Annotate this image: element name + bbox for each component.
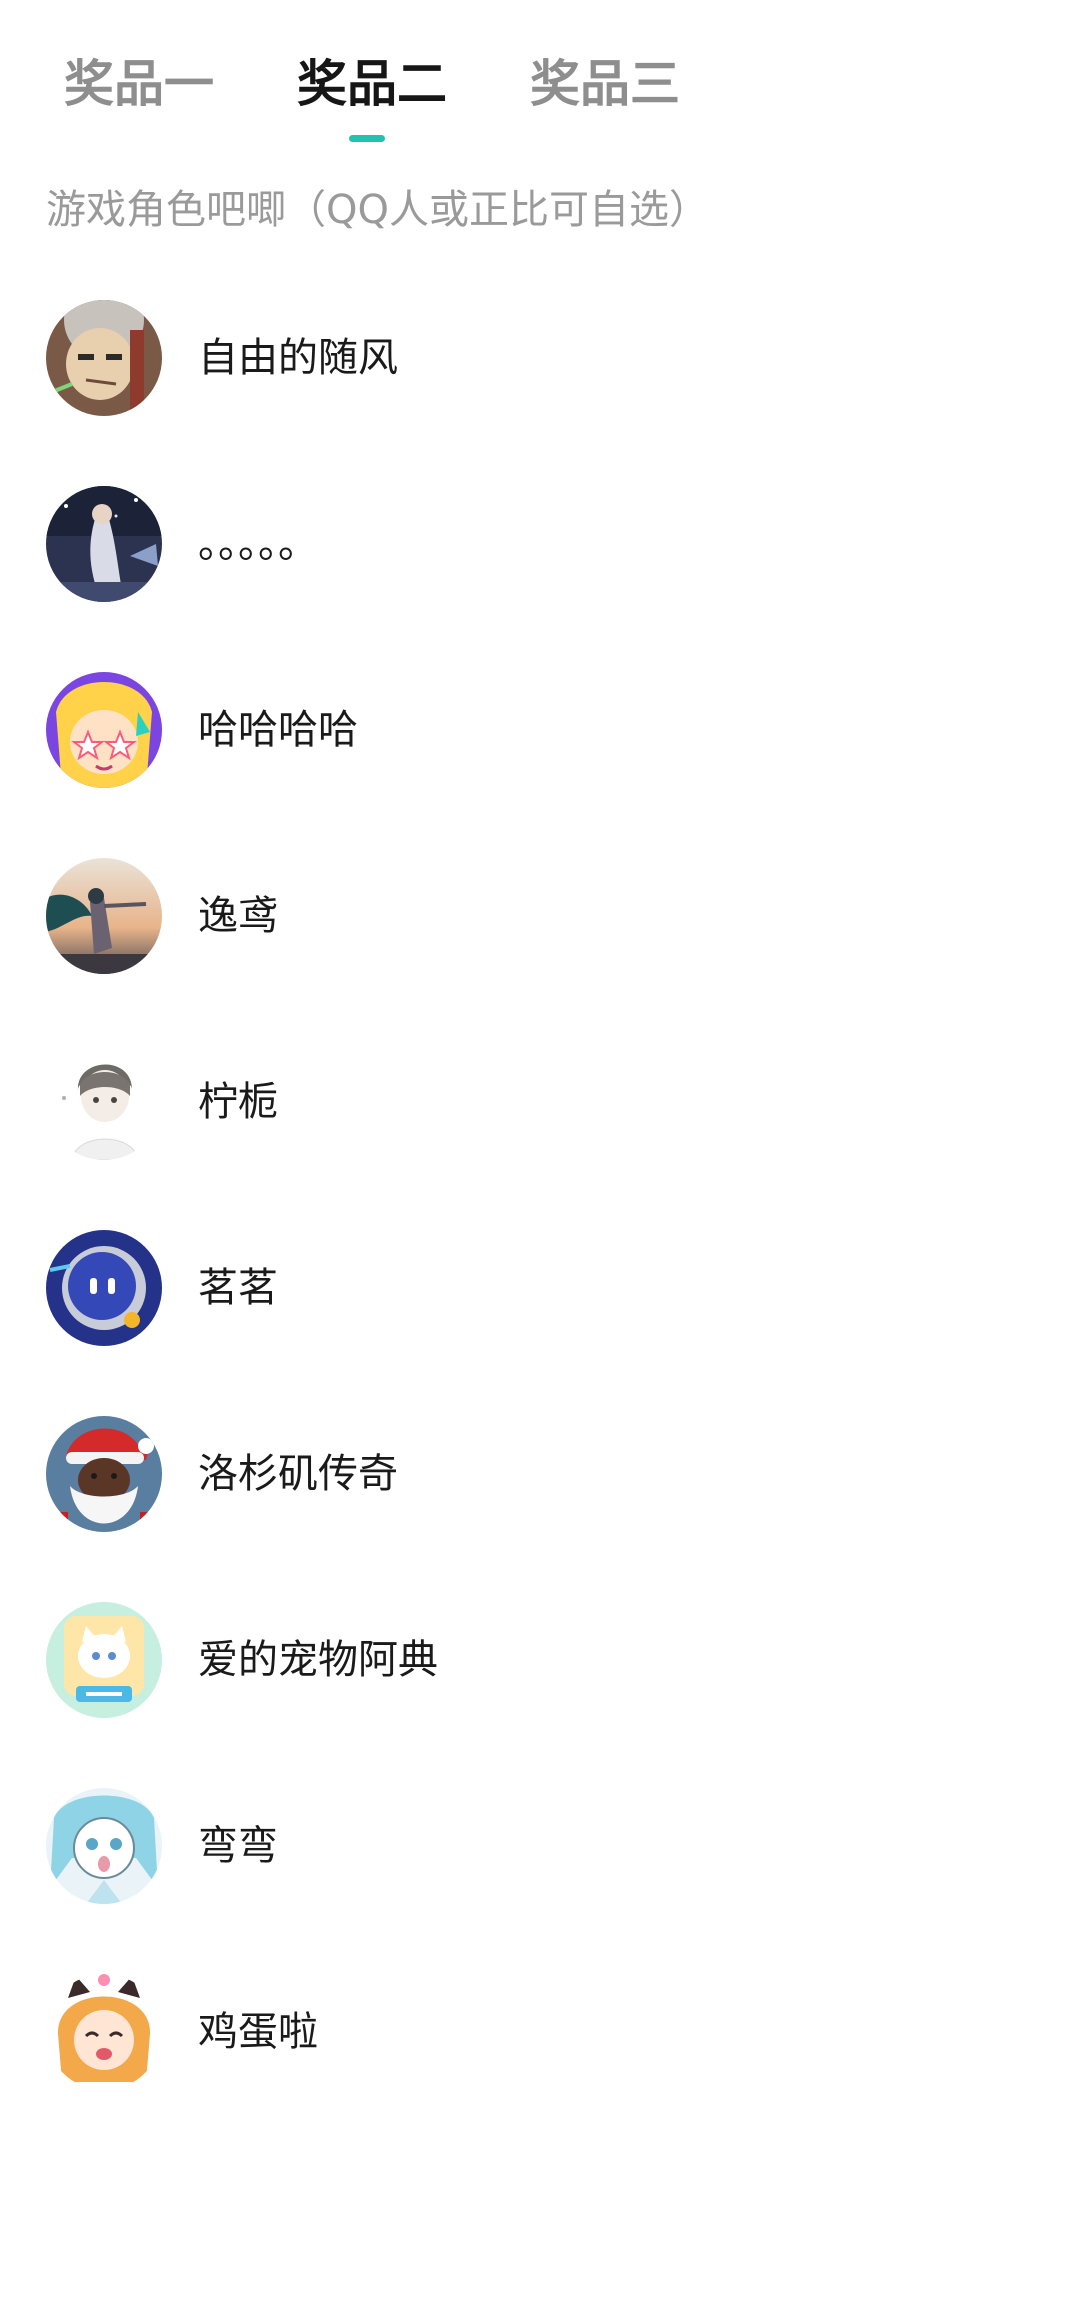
sketch-boy-avatar[interactable] bbox=[46, 1044, 162, 1160]
winner-row: 弯弯 bbox=[0, 1788, 1080, 1974]
winner-name: 鸡蛋啦 bbox=[198, 2009, 318, 2055]
winner-row: 逸鸢 bbox=[0, 858, 1080, 1044]
cat-avatar[interactable] bbox=[46, 1602, 162, 1718]
cat-ear-girl-avatar[interactable] bbox=[46, 1974, 162, 2090]
winner-name: 柠栀 bbox=[198, 1079, 278, 1125]
winner-name: 茗茗 bbox=[198, 1265, 278, 1311]
sunset-figure-avatar[interactable] bbox=[46, 858, 162, 974]
prize-description: 游戏角色吧唧（QQ人或正比可自选） bbox=[46, 187, 709, 233]
winner-row: 爱的宠物阿典 bbox=[0, 1602, 1080, 1788]
winner-row: 哈哈哈哈 bbox=[0, 672, 1080, 858]
winner-row: 柠栀 bbox=[0, 1044, 1080, 1230]
tab-prize-3[interactable]: 奖品三 bbox=[530, 52, 680, 116]
winner-list: 自由的随风 。。。。。 哈哈哈哈 逸鸢 柠栀 茗茗 洛杉矶传奇 爱的宠物阿典 弯… bbox=[0, 300, 1080, 2160]
night-scene-avatar[interactable] bbox=[46, 486, 162, 602]
winner-row: 鸡蛋啦 bbox=[0, 1974, 1080, 2160]
winner-row: 。。。。。 bbox=[0, 486, 1080, 672]
tab-prize-2[interactable]: 奖品二 bbox=[297, 52, 447, 116]
winner-row: 洛杉矶传奇 bbox=[0, 1416, 1080, 1602]
winner-name: 逸鸢 bbox=[198, 893, 278, 939]
winner-row: 自由的随风 bbox=[0, 300, 1080, 486]
winner-name: 。。。。。 bbox=[198, 521, 318, 567]
anime-character-avatar[interactable] bbox=[46, 300, 162, 416]
robot-avatar[interactable] bbox=[46, 1230, 162, 1346]
winner-name: 爱的宠物阿典 bbox=[198, 1637, 438, 1683]
tab-prize-1[interactable]: 奖品一 bbox=[64, 52, 214, 116]
santa-avatar[interactable] bbox=[46, 1416, 162, 1532]
winner-name: 哈哈哈哈 bbox=[198, 707, 358, 753]
winner-name: 自由的随风 bbox=[198, 335, 398, 381]
blue-hair-character-avatar[interactable] bbox=[46, 1788, 162, 1904]
winner-name: 洛杉矶传奇 bbox=[198, 1451, 398, 1497]
winner-row: 茗茗 bbox=[0, 1230, 1080, 1416]
active-tab-indicator bbox=[349, 135, 385, 142]
star-eyed-character-avatar[interactable] bbox=[46, 672, 162, 788]
prize-tabs: 奖品一 奖品二 奖品三 bbox=[0, 0, 1080, 160]
winner-name: 弯弯 bbox=[198, 1823, 278, 1869]
